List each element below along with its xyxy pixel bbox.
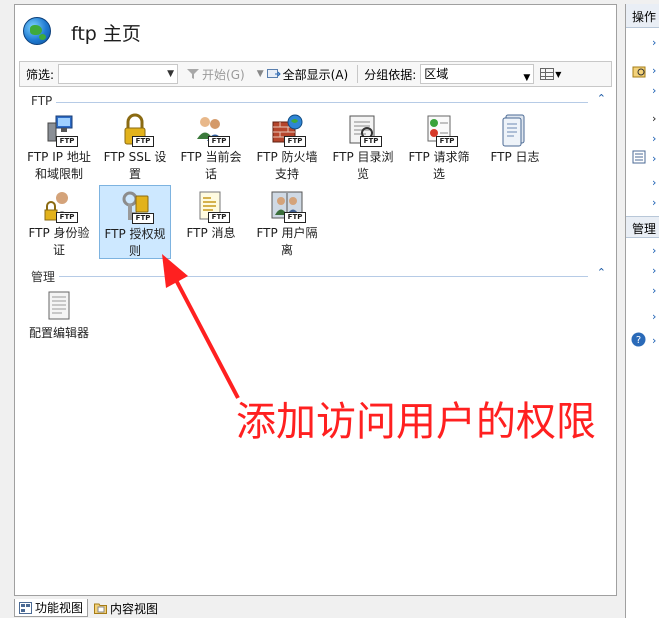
annotation-arrow	[162, 254, 240, 399]
iis-manager-window: ftp 主页 筛选: ▼ 开始(G) ▼ 全部显示(A) 分组依据: 区域 ▼	[0, 0, 659, 618]
annotation-text: 添加访问用户的权限	[236, 399, 596, 445]
